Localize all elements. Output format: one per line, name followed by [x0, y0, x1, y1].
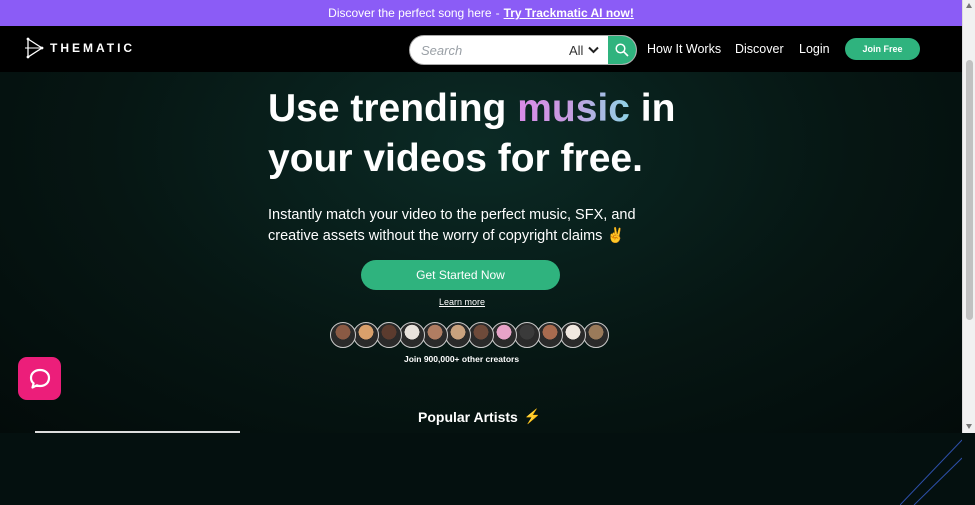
hero-section: Use trending music in your videos for fr… — [0, 72, 962, 505]
nav-how-it-works[interactable]: How It Works — [647, 42, 721, 56]
search-bar: All — [409, 35, 637, 65]
learn-more-link[interactable]: Learn more — [439, 297, 485, 307]
creator-avatar — [491, 322, 517, 348]
search-filter-dropdown[interactable]: All — [569, 42, 600, 58]
search-filter-label: All — [569, 42, 584, 58]
creator-avatar — [468, 322, 494, 348]
popular-artists-title: Popular Artists — [418, 408, 518, 425]
hero-title-highlight: music — [517, 87, 630, 130]
logo-text: THEMATIC — [50, 41, 136, 55]
chat-bubble-icon — [29, 368, 50, 389]
hero-title-part2: in — [640, 87, 676, 130]
thematic-logo-icon — [25, 37, 44, 59]
hero-title-line2: your videos for free. — [268, 137, 643, 180]
decorative-lines — [900, 439, 962, 505]
banner-dash: - — [495, 6, 500, 20]
hero-title-part1: Use trending — [268, 87, 507, 130]
creator-avatar — [422, 322, 448, 348]
top-nav: THEMATIC All How It Works Discover Login… — [0, 26, 962, 72]
chevron-down-icon — [588, 46, 600, 54]
scroll-up-arrow-icon[interactable] — [966, 3, 972, 8]
creator-avatar — [399, 322, 425, 348]
nav-login[interactable]: Login — [799, 42, 830, 56]
creator-avatar — [560, 322, 586, 348]
creator-avatar — [583, 322, 609, 348]
creator-avatar — [537, 322, 563, 348]
logo[interactable]: THEMATIC — [24, 37, 135, 59]
hero-title: Use trending music in your videos for fr… — [268, 84, 708, 184]
trackmatic-link[interactable]: Try Trackmatic AI now! — [504, 6, 634, 20]
creator-avatar — [376, 322, 402, 348]
scroll-down-arrow-icon[interactable] — [966, 424, 972, 429]
creator-avatars — [330, 322, 609, 348]
scroll-thumb[interactable] — [966, 60, 973, 320]
creator-avatar — [445, 322, 471, 348]
hero-subtitle: Instantly match your video to the perfec… — [268, 207, 636, 244]
chat-button[interactable] — [18, 357, 61, 400]
search-input[interactable] — [419, 41, 563, 59]
creator-avatar — [353, 322, 379, 348]
lightning-icon: ⚡ — [523, 408, 542, 424]
join-free-button[interactable]: Join Free — [845, 38, 920, 60]
search-button[interactable] — [608, 36, 636, 64]
creator-avatar — [514, 322, 540, 348]
promo-banner: Discover the perfect song here - Try Tra… — [0, 0, 962, 26]
banner-text: Discover the perfect song here — [328, 6, 492, 20]
creator-avatar — [330, 322, 356, 348]
scrollbar[interactable] — [962, 0, 975, 433]
get-started-button[interactable]: Get Started Now — [361, 260, 560, 290]
join-creators-text: Join 900,000+ other creators — [404, 354, 520, 364]
nav-discover[interactable]: Discover — [735, 42, 784, 56]
search-icon — [615, 43, 629, 57]
popular-artists-heading: Popular Artists ⚡ — [418, 408, 541, 425]
